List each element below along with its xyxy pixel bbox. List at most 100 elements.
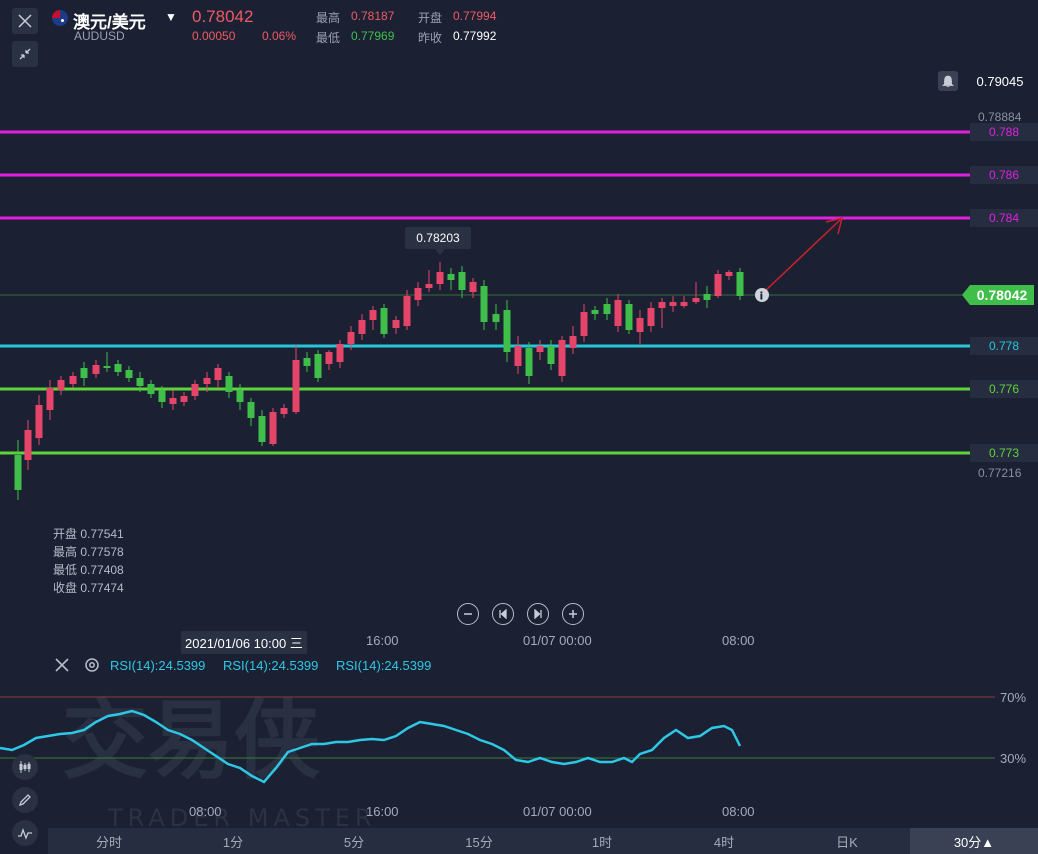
candle-body[interactable] <box>603 304 611 314</box>
candle-body[interactable] <box>303 358 311 366</box>
current-price-tag-pointer <box>962 285 970 305</box>
ohlc-open: 开盘 0.77541 <box>53 527 124 541</box>
candle-body[interactable] <box>14 455 22 490</box>
peak-label-pointer <box>435 249 445 255</box>
candle-body[interactable] <box>569 336 577 348</box>
tab-15m[interactable]: 15分 <box>449 828 509 854</box>
skip-forward-icon <box>534 609 542 619</box>
level-label-0776: 0.776 <box>970 380 1038 398</box>
tab-4h[interactable]: 4时 <box>694 828 754 854</box>
candle-body[interactable] <box>436 272 444 284</box>
candle-body[interactable] <box>725 272 733 276</box>
zoom-out-button[interactable] <box>457 603 479 625</box>
candle-body[interactable] <box>358 320 366 334</box>
candle-body[interactable] <box>225 376 233 392</box>
candle-body[interactable] <box>480 286 488 322</box>
candle-body[interactable] <box>514 346 522 366</box>
candle-body[interactable] <box>214 368 222 380</box>
candle-body[interactable] <box>558 340 566 376</box>
candle-body[interactable] <box>292 360 300 412</box>
candle-body[interactable] <box>180 396 188 402</box>
candle-body[interactable] <box>103 366 111 368</box>
candle-body[interactable] <box>203 378 211 384</box>
candle-body[interactable] <box>403 296 411 326</box>
candle-body[interactable] <box>547 346 555 364</box>
plus-icon <box>569 610 577 618</box>
candle-body[interactable] <box>80 368 88 378</box>
time-tick-3: 08:00 <box>722 633 755 648</box>
candle-body[interactable] <box>636 318 644 332</box>
candle-body[interactable] <box>536 346 544 352</box>
candle-body[interactable] <box>380 308 388 334</box>
candle-body[interactable] <box>625 304 633 330</box>
candle-body[interactable] <box>258 416 266 442</box>
candle-body[interactable] <box>169 398 177 404</box>
candle-body[interactable] <box>736 272 744 296</box>
level-label-0786: 0.786 <box>970 166 1038 184</box>
candle-body[interactable] <box>247 402 255 418</box>
indicator-tool-button[interactable] <box>12 820 38 846</box>
candle-body[interactable] <box>580 312 588 336</box>
candle-body[interactable] <box>269 412 277 444</box>
candle-body[interactable] <box>369 310 377 320</box>
candle-body[interactable] <box>447 274 455 280</box>
candle-body[interactable] <box>525 348 533 376</box>
candle-body[interactable] <box>158 390 166 402</box>
tab-tick[interactable]: 分时 <box>79 828 139 854</box>
trend-arrow[interactable] <box>763 219 841 293</box>
candle-body[interactable] <box>280 408 288 414</box>
candle-body[interactable] <box>614 300 622 326</box>
indicator-icon <box>18 828 32 840</box>
candle-body[interactable] <box>46 388 54 410</box>
rsi-lower-label: 30% <box>1000 751 1027 766</box>
candle-body[interactable] <box>703 294 711 300</box>
lower-time-tick-3: 08:00 <box>722 804 755 819</box>
candle-body[interactable] <box>425 284 433 288</box>
candle-body[interactable] <box>658 302 666 308</box>
candle-body[interactable] <box>714 274 722 296</box>
candle-body[interactable] <box>669 302 677 306</box>
candle-body[interactable] <box>35 405 43 438</box>
tab-1m[interactable]: 1分 <box>203 828 263 854</box>
draw-tool-button[interactable] <box>12 787 38 813</box>
minus-icon <box>464 613 472 615</box>
tab-30m-active[interactable]: 30分▲ <box>910 828 1038 854</box>
indicator-settings-icon[interactable] <box>84 657 100 673</box>
candlestick-chart[interactable]: 交易侠 TRADER MASTER i <box>0 0 1038 854</box>
candle-body[interactable] <box>114 364 122 372</box>
candle-body[interactable] <box>24 430 32 460</box>
candle-body[interactable] <box>347 332 355 344</box>
rsi-value-3: RSI(14):24.5399 <box>336 658 432 673</box>
candle-body[interactable] <box>591 310 599 314</box>
tab-1h[interactable]: 1时 <box>572 828 632 854</box>
candle-type-button[interactable] <box>12 754 38 780</box>
candle-body[interactable] <box>314 354 322 378</box>
candle-body[interactable] <box>414 288 422 300</box>
candle-body[interactable] <box>647 308 655 326</box>
candle-body[interactable] <box>325 352 333 364</box>
zoom-in-button[interactable] <box>562 603 584 625</box>
candle-body[interactable] <box>92 365 100 374</box>
candle-body[interactable] <box>336 344 344 362</box>
time-tick-1: 16:00 <box>366 633 399 648</box>
tab-5m[interactable]: 5分 <box>324 828 384 854</box>
candle-body[interactable] <box>69 376 77 384</box>
candle-body[interactable] <box>503 310 511 352</box>
scroll-start-button[interactable] <box>492 603 514 625</box>
candle-body[interactable] <box>692 298 700 302</box>
candle-body[interactable] <box>458 272 466 290</box>
peak-price-label: 0.78203 <box>405 227 471 249</box>
candle-body[interactable] <box>147 384 155 394</box>
candle-body[interactable] <box>191 384 199 396</box>
candle-body[interactable] <box>680 302 688 306</box>
candle-body[interactable] <box>136 378 144 386</box>
candle-body[interactable] <box>392 320 400 328</box>
candle-body[interactable] <box>57 380 65 390</box>
candle-body[interactable] <box>492 314 500 322</box>
candle-body[interactable] <box>125 370 133 378</box>
scroll-end-button[interactable] <box>527 603 549 625</box>
candle-body[interactable] <box>469 282 477 292</box>
candle-body[interactable] <box>236 390 244 402</box>
tab-1d[interactable]: 日K <box>817 828 877 854</box>
close-indicator-icon[interactable] <box>54 657 70 673</box>
